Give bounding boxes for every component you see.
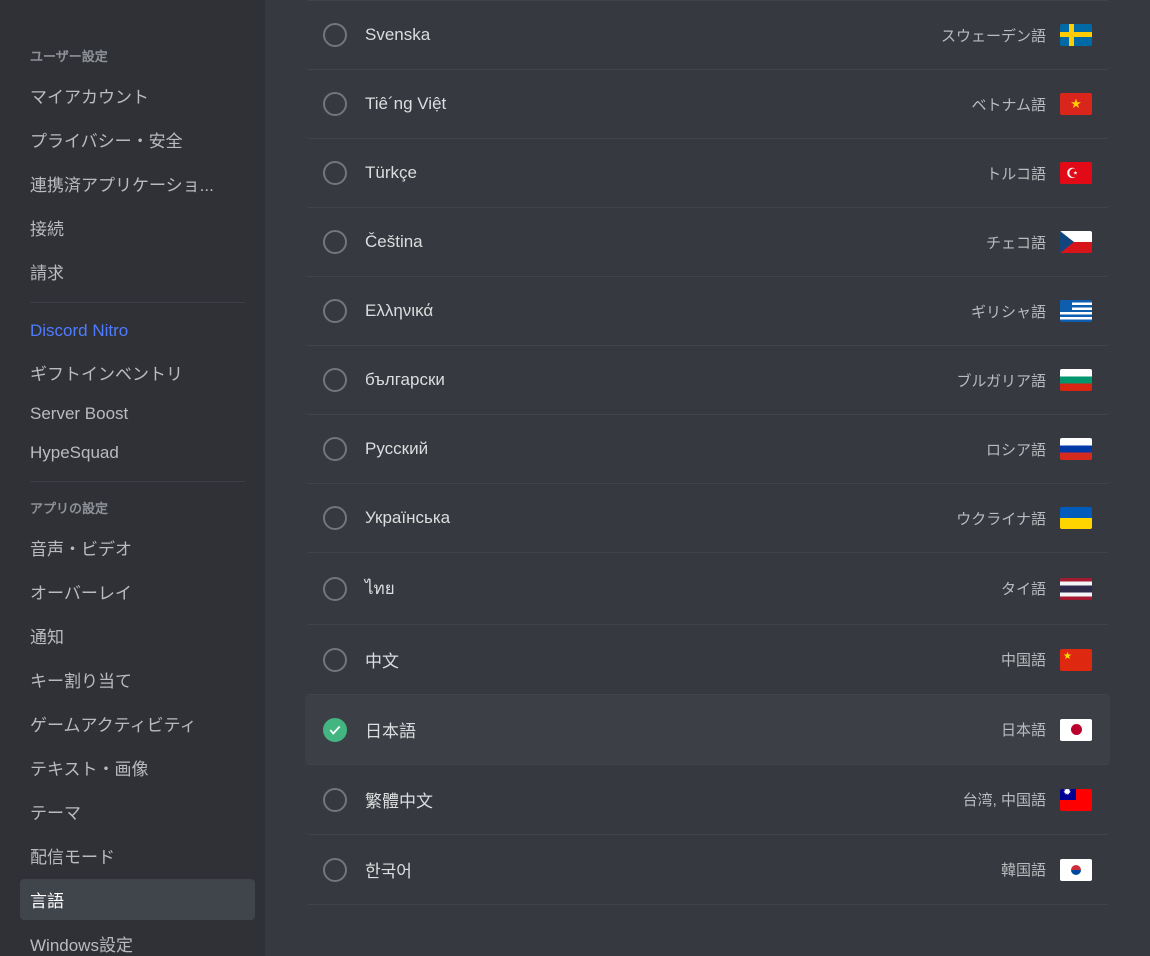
radio-unchecked-icon xyxy=(323,161,347,185)
sidebar-section-header: アプリの設定 xyxy=(20,492,255,523)
language-local-name: トルコ語 xyxy=(986,163,1046,184)
language-option-ru[interactable]: Pусскийロシア語 xyxy=(305,415,1110,484)
flag-icon-ru xyxy=(1060,438,1092,460)
language-native-name: български xyxy=(365,370,956,390)
language-option-ua[interactable]: Українськаウクライナ語 xyxy=(305,484,1110,553)
language-local-name: ブルガリア語 xyxy=(956,370,1046,391)
sidebar-item-gift-inventory[interactable]: ギフトインベントリ xyxy=(20,352,255,393)
radio-unchecked-icon xyxy=(323,368,347,392)
language-native-name: Pусский xyxy=(365,439,986,459)
sidebar-item-privacy[interactable]: プライバシー・安全 xyxy=(20,119,255,160)
sidebar-item-overlay[interactable]: オーバーレイ xyxy=(20,571,255,612)
sidebar-item-notifications[interactable]: 通知 xyxy=(20,615,255,656)
language-local-name: ウクライナ語 xyxy=(956,508,1046,529)
settings-sidebar: ユーザー設定マイアカウントプライバシー・安全連携済アプリケーショ...接続請求 D… xyxy=(0,0,265,956)
language-option-bg[interactable]: българскиブルガリア語 xyxy=(305,346,1110,415)
flag-icon-jp xyxy=(1060,719,1092,741)
radio-checked-icon xyxy=(323,718,347,742)
radio-unchecked-icon xyxy=(323,230,347,254)
sidebar-item-windows-settings[interactable]: Windows設定 xyxy=(20,923,255,956)
language-native-name: Українська xyxy=(365,508,956,528)
language-option-cz[interactable]: Češtinaチェコ語 xyxy=(305,208,1110,277)
language-local-name: 台湾, 中国語 xyxy=(963,789,1046,810)
language-local-name: スウェーデン語 xyxy=(941,25,1046,46)
sidebar-item-my-account[interactable]: マイアカウント xyxy=(20,75,255,116)
language-native-name: 繁體中文 xyxy=(365,787,963,812)
sidebar-item-text-images[interactable]: テキスト・画像 xyxy=(20,747,255,788)
language-native-name: 한국어 xyxy=(365,857,1001,882)
radio-unchecked-icon xyxy=(323,299,347,323)
language-local-name: 日本語 xyxy=(1001,719,1046,740)
language-option-tw[interactable]: 繁體中文台湾, 中国語 xyxy=(305,765,1110,835)
flag-icon-kr xyxy=(1060,859,1092,881)
language-option-kr[interactable]: 한국어韓国語 xyxy=(305,835,1110,905)
language-option-se[interactable]: Svenskaスウェーデン語 xyxy=(305,0,1110,70)
language-local-name: ギリシャ語 xyxy=(971,301,1046,322)
radio-unchecked-icon xyxy=(323,788,347,812)
flag-icon-ua xyxy=(1060,507,1092,529)
sidebar-divider xyxy=(30,302,245,303)
language-native-name: Tiê´ng Việt xyxy=(365,94,971,114)
sidebar-item-keybinds[interactable]: キー割り当て xyxy=(20,659,255,700)
language-local-name: 中国語 xyxy=(1001,649,1046,670)
flag-icon-tr xyxy=(1060,162,1092,184)
language-native-name: Ελληνικά xyxy=(365,301,971,321)
language-native-name: ไทย xyxy=(365,575,1001,602)
flag-icon-se xyxy=(1060,24,1092,46)
language-native-name: 日本語 xyxy=(365,717,1001,742)
language-local-name: ロシア語 xyxy=(986,439,1046,460)
sidebar-item-hypesquad[interactable]: HypeSquad xyxy=(20,435,255,471)
language-native-name: Svenska xyxy=(365,25,941,45)
language-native-name: 中文 xyxy=(365,647,1001,672)
radio-unchecked-icon xyxy=(323,92,347,116)
sidebar-item-voice-video[interactable]: 音声・ビデオ xyxy=(20,527,255,568)
sidebar-item-appearance[interactable]: テーマ xyxy=(20,791,255,832)
radio-unchecked-icon xyxy=(323,23,347,47)
sidebar-item-language[interactable]: 言語 xyxy=(20,879,255,920)
sidebar-item-billing[interactable]: 請求 xyxy=(20,251,255,292)
language-option-tr[interactable]: Türkçeトルコ語 xyxy=(305,139,1110,208)
sidebar-item-authorized-apps[interactable]: 連携済アプリケーショ... xyxy=(20,163,255,204)
flag-icon-bg xyxy=(1060,369,1092,391)
radio-unchecked-icon xyxy=(323,506,347,530)
language-local-name: 韓国語 xyxy=(1001,859,1046,880)
sidebar-item-game-activity[interactable]: ゲームアクティビティ xyxy=(20,703,255,744)
language-settings-panel: Svenskaスウェーデン語Tiê´ng Việtベトナム語Türkçeトルコ語… xyxy=(265,0,1150,956)
radio-unchecked-icon xyxy=(323,577,347,601)
radio-unchecked-icon xyxy=(323,437,347,461)
language-option-jp[interactable]: 日本語日本語 xyxy=(305,695,1110,765)
sidebar-item-nitro[interactable]: Discord Nitro xyxy=(20,313,255,349)
flag-icon-cz xyxy=(1060,231,1092,253)
sidebar-item-server-boost[interactable]: Server Boost xyxy=(20,396,255,432)
sidebar-item-connections[interactable]: 接続 xyxy=(20,207,255,248)
radio-unchecked-icon xyxy=(323,648,347,672)
language-native-name: Türkçe xyxy=(365,163,986,183)
language-option-gr[interactable]: Ελληνικάギリシャ語 xyxy=(305,277,1110,346)
flag-icon-vn xyxy=(1060,93,1092,115)
language-option-cn[interactable]: 中文中国語 xyxy=(305,625,1110,695)
flag-icon-th xyxy=(1060,578,1092,600)
language-local-name: ベトナム語 xyxy=(971,94,1046,115)
flag-icon-cn xyxy=(1060,649,1092,671)
sidebar-divider xyxy=(30,481,245,482)
language-option-th[interactable]: ไทยタイ語 xyxy=(305,553,1110,625)
flag-icon-tw xyxy=(1060,789,1092,811)
language-native-name: Čeština xyxy=(365,232,986,252)
sidebar-section-header: ユーザー設定 xyxy=(20,40,255,71)
language-local-name: タイ語 xyxy=(1001,578,1046,599)
language-option-vn[interactable]: Tiê´ng Việtベトナム語 xyxy=(305,70,1110,139)
language-local-name: チェコ語 xyxy=(986,232,1046,253)
flag-icon-gr xyxy=(1060,300,1092,322)
radio-unchecked-icon xyxy=(323,858,347,882)
sidebar-item-streamer-mode[interactable]: 配信モード xyxy=(20,835,255,876)
